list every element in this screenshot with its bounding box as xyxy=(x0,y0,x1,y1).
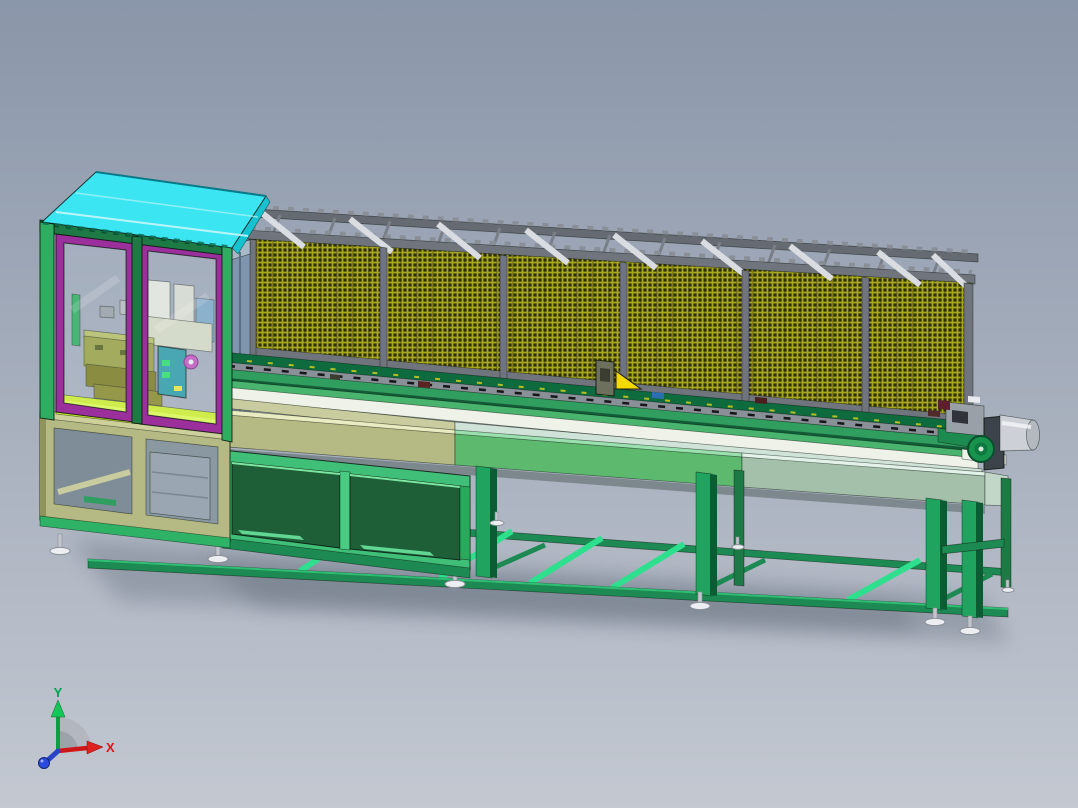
orientation-triad: Y X xyxy=(38,685,115,769)
machine-3d-render[interactable]: Y X xyxy=(0,0,1078,808)
axis-z-arrow xyxy=(45,748,61,763)
axis-y-label: Y xyxy=(54,685,63,700)
cad-viewport[interactable]: Y X xyxy=(0,0,1078,808)
enclosure-door-right[interactable] xyxy=(139,241,225,435)
inner-cabinet xyxy=(149,451,211,521)
axis-x-label: X xyxy=(106,740,115,755)
axis-x-arrow xyxy=(57,745,88,754)
enclosure-door-left[interactable] xyxy=(55,233,135,423)
